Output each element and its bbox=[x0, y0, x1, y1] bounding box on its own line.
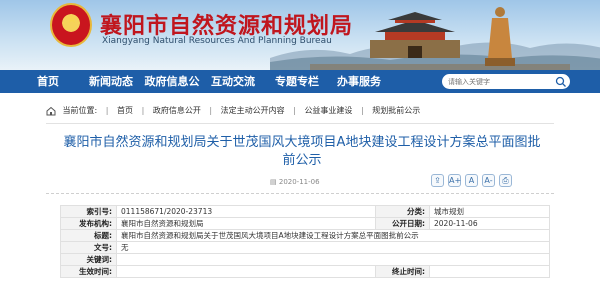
expiry-label: 终止时间: bbox=[375, 265, 430, 278]
search-box bbox=[442, 74, 570, 89]
nav-item-topics[interactable]: 专题专栏 bbox=[272, 70, 322, 93]
pubdate-label: 公开日期: bbox=[375, 217, 430, 230]
article-date-value: 2020-11-06 bbox=[278, 178, 320, 186]
font-larger-icon[interactable]: A+ bbox=[448, 174, 461, 187]
statue-image bbox=[485, 7, 515, 66]
page: ★ 襄阳市自然资源和规划局 Xiangyang Natural Resource… bbox=[0, 0, 600, 282]
breadcrumb-separator: | bbox=[209, 106, 213, 115]
breadcrumb-separator: | bbox=[141, 106, 145, 115]
breadcrumb-separator: | bbox=[293, 106, 296, 115]
table-row: 文号: 无 bbox=[60, 241, 550, 254]
category-label: 分类: bbox=[375, 205, 430, 218]
breadcrumb-item-public-welfare[interactable]: 公益事业建设 bbox=[304, 105, 352, 116]
print-icon[interactable]: ⎙ bbox=[499, 174, 512, 187]
docno-label: 文号: bbox=[60, 241, 117, 254]
breadcrumb-separator: | bbox=[105, 106, 109, 115]
site-banner: ★ 襄阳市自然资源和规划局 Xiangyang Natural Resource… bbox=[0, 0, 600, 70]
title-value: 襄阳市自然资源和规划局关于世茂国风大境项目A地块建设工程设计方案总平面图批前公示 bbox=[116, 229, 550, 242]
effective-label: 生效时间: bbox=[60, 265, 117, 278]
breadcrumb-item-planning-notice[interactable]: 规划批前公示 bbox=[372, 105, 420, 116]
nav-item-gov-info[interactable]: 政府信息公开 bbox=[140, 70, 204, 111]
font-smaller-icon[interactable]: A- bbox=[482, 174, 495, 187]
nav-item-news[interactable]: 新闻动态 bbox=[86, 70, 136, 93]
search-input[interactable] bbox=[448, 75, 548, 88]
breadcrumb-item-home[interactable]: 首页 bbox=[117, 105, 133, 116]
pubdate-value: 2020-11-06 bbox=[429, 217, 550, 230]
breadcrumb-separator: | bbox=[360, 106, 364, 115]
site-subtitle: Xiangyang Natural Resources And Planning… bbox=[102, 36, 332, 46]
divider bbox=[46, 193, 554, 194]
keyword-value bbox=[116, 253, 550, 266]
index-value: 011158671/2020-23713 bbox=[116, 205, 376, 218]
national-emblem-icon: ★ bbox=[50, 3, 92, 47]
share-icon[interactable]: ⇪ bbox=[431, 174, 444, 187]
table-row: 发布机构: 襄阳市自然资源和规划局 公开日期: 2020-11-06 bbox=[60, 217, 550, 230]
index-label: 索引号: bbox=[60, 205, 117, 218]
city-gate-image bbox=[370, 12, 460, 58]
docno-value: 无 bbox=[116, 241, 550, 254]
category-value: 城市规划 bbox=[429, 205, 550, 218]
calendar-icon: ▤ bbox=[270, 178, 277, 186]
breadcrumb-item-statutory[interactable]: 法定主动公开内容 bbox=[221, 105, 285, 116]
nav-item-services[interactable]: 办事服务 bbox=[334, 70, 384, 93]
location-icon bbox=[46, 106, 56, 115]
star-icon: ★ bbox=[66, 12, 78, 27]
expiry-value bbox=[429, 265, 550, 278]
effective-value bbox=[116, 265, 376, 278]
document-info-table: 索引号: 011158671/2020-23713 分类: 城市规划 发布机构:… bbox=[60, 205, 550, 278]
article-title: 襄阳市自然资源和规划局关于世茂国风大境项目A地块建设工程设计方案总平面图批前公示 bbox=[63, 135, 541, 168]
keyword-label: 关键词: bbox=[60, 253, 117, 266]
nav-item-home[interactable]: 首页 bbox=[28, 70, 68, 93]
article-date: ▤ 2020-11-06 bbox=[270, 178, 320, 186]
font-normal-icon[interactable]: A bbox=[465, 174, 478, 187]
publisher-value: 襄阳市自然资源和规划局 bbox=[116, 217, 376, 230]
search-icon[interactable] bbox=[555, 76, 567, 88]
table-row: 索引号: 011158671/2020-23713 分类: 城市规划 bbox=[60, 205, 550, 218]
title-label: 标题: bbox=[60, 229, 117, 242]
breadcrumb: 当前位置: | 首页 | 政府信息公开 | 法定主动公开内容 | 公益事业建设 … bbox=[46, 105, 420, 119]
breadcrumb-label: 当前位置: bbox=[62, 106, 98, 115]
breadcrumb-item-gov-info[interactable]: 政府信息公开 bbox=[153, 105, 201, 116]
nav-item-interaction[interactable]: 互动交流 bbox=[208, 70, 258, 93]
divider bbox=[46, 123, 554, 124]
table-row: 标题: 襄阳市自然资源和规划局关于世茂国风大境项目A地块建设工程设计方案总平面图… bbox=[60, 229, 550, 242]
publisher-label: 发布机构: bbox=[60, 217, 117, 230]
table-row: 关键词: bbox=[60, 253, 550, 266]
table-row: 生效时间: 终止时间: bbox=[60, 265, 550, 278]
